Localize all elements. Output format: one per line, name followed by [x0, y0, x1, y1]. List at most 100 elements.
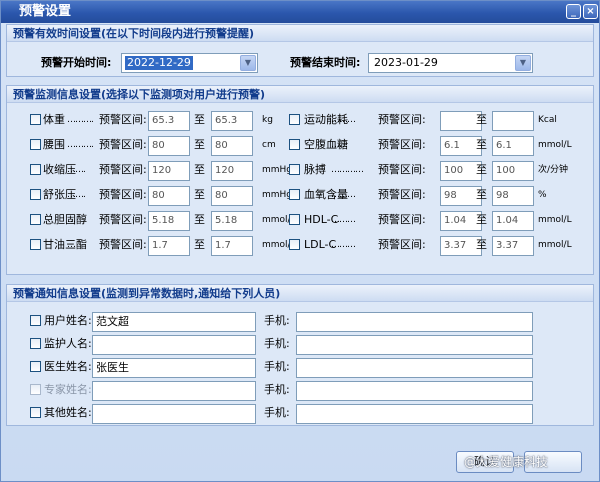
chevron-down-icon[interactable]: ▼ [240, 55, 256, 71]
item-name: 腰围 [43, 138, 65, 151]
to-label: 至 [194, 188, 205, 201]
range-from-input[interactable]: 80 [148, 136, 190, 156]
window-title: 预警设置 [19, 4, 72, 19]
to-label: 至 [476, 238, 487, 251]
item-unit: 次/分钟 [538, 165, 569, 175]
range-label: 预警区间: [99, 188, 147, 201]
to-label: 至 [194, 163, 205, 176]
item-unit: mmHg [262, 190, 293, 200]
title-bar: 预警设置 _ × [1, 1, 599, 23]
range-label: 预警区间: [99, 138, 147, 151]
item-name: 总胆固醇 [43, 213, 87, 226]
notify-label: 专家姓名: [44, 383, 92, 396]
range-label: 预警区间: [99, 238, 147, 251]
item-dots: ……… [331, 215, 356, 225]
range-to-input[interactable]: 65.3 [211, 111, 253, 131]
range-to-input[interactable]: 80 [211, 186, 253, 206]
item-unit: mmol/L [538, 240, 572, 250]
item-checkbox[interactable] [30, 214, 41, 225]
phone-input[interactable] [296, 381, 533, 401]
range-to-input[interactable]: 6.1 [492, 136, 534, 156]
item-checkbox[interactable] [30, 164, 41, 175]
range-label: 预警区间: [378, 113, 426, 126]
item-checkbox[interactable] [289, 189, 300, 200]
notify-name-input[interactable] [92, 381, 256, 401]
item-dots: … [67, 240, 76, 250]
range-label: 预警区间: [378, 188, 426, 201]
notify-name-input[interactable] [92, 404, 256, 424]
phone-label: 手机: [264, 314, 290, 327]
range-label: 预警区间: [99, 213, 147, 226]
end-time-select[interactable]: 2023-01-29 ▼ [368, 53, 533, 73]
minimize-button[interactable]: _ [566, 4, 581, 19]
phone-label: 手机: [264, 406, 290, 419]
item-dots: ……. [67, 190, 86, 200]
notify-checkbox[interactable] [30, 338, 41, 349]
range-from-input[interactable]: 65.3 [148, 111, 190, 131]
item-checkbox[interactable] [30, 239, 41, 250]
to-label: 至 [476, 163, 487, 176]
phone-input[interactable] [296, 312, 533, 332]
range-to-input[interactable]: 80 [211, 136, 253, 156]
start-time-label: 预警开始时间: [41, 56, 112, 69]
item-dots: … [67, 215, 76, 225]
notify-checkbox[interactable] [30, 315, 41, 326]
phone-input[interactable] [296, 335, 533, 355]
to-label: 至 [194, 213, 205, 226]
item-checkbox[interactable] [30, 114, 41, 125]
close-button[interactable]: × [583, 4, 598, 19]
range-to-input[interactable]: 98 [492, 186, 534, 206]
range-to-input[interactable]: 3.37 [492, 236, 534, 256]
range-label: 预警区间: [378, 163, 426, 176]
chevron-down-icon[interactable]: ▼ [515, 55, 531, 71]
item-dots: ……… [331, 115, 356, 125]
item-unit: mmol/L [538, 215, 572, 225]
notify-name-input[interactable]: 范文超 [92, 312, 256, 332]
to-label: 至 [476, 188, 487, 201]
range-label: 预警区间: [99, 163, 147, 176]
range-from-input[interactable]: 1.7 [148, 236, 190, 256]
item-checkbox[interactable] [289, 164, 300, 175]
range-from-input[interactable]: 5.18 [148, 211, 190, 231]
notify-section-title: 预警通知信息设置(监测到异常数据时,通知给下列人员) [7, 285, 593, 302]
item-unit: kg [262, 115, 273, 125]
phone-label: 手机: [264, 360, 290, 373]
item-checkbox[interactable] [289, 239, 300, 250]
monitor-section-title: 预警监测信息设置(选择以下监测项对用户进行预警) [7, 86, 593, 103]
item-checkbox[interactable] [289, 114, 300, 125]
item-name: 体重 [43, 113, 65, 126]
notify-checkbox[interactable] [30, 407, 41, 418]
range-from-input[interactable]: 80 [148, 186, 190, 206]
range-to-input[interactable]: 120 [211, 161, 253, 181]
time-section-title: 预警有效时间设置(在以下时间段内进行预警提醒) [7, 25, 593, 42]
range-to-input[interactable] [492, 111, 534, 131]
range-label: 预警区间: [378, 238, 426, 251]
start-time-value: 2022-12-29 [125, 56, 193, 70]
start-time-select[interactable]: 2022-12-29 ▼ [121, 53, 258, 73]
notify-name-input[interactable]: 张医生 [92, 358, 256, 378]
to-label: 至 [194, 238, 205, 251]
range-to-input[interactable]: 5.18 [211, 211, 253, 231]
range-from-input[interactable]: 120 [148, 161, 190, 181]
range-to-input[interactable]: 1.04 [492, 211, 534, 231]
notify-checkbox [30, 384, 41, 395]
item-dots: ……… [331, 190, 356, 200]
range-to-input[interactable]: 1.7 [211, 236, 253, 256]
item-checkbox[interactable] [30, 139, 41, 150]
to-label: 至 [194, 113, 205, 126]
notify-label: 其他姓名: [44, 406, 92, 419]
monitor-section: 预警监测信息设置(选择以下监测项对用户进行预警) 体重………. 预警区间: 65.3… [6, 85, 594, 275]
item-dots: ……… [331, 240, 356, 250]
notify-checkbox[interactable] [30, 361, 41, 372]
notify-name-input[interactable] [92, 335, 256, 355]
phone-input[interactable] [296, 404, 533, 424]
time-section: 预警有效时间设置(在以下时间段内进行预警提醒) 预警开始时间: 2022-12-… [6, 24, 594, 77]
item-checkbox[interactable] [289, 214, 300, 225]
item-checkbox[interactable] [289, 139, 300, 150]
to-label: 至 [476, 113, 487, 126]
phone-input[interactable] [296, 358, 533, 378]
item-unit: % [538, 190, 547, 200]
range-to-input[interactable]: 100 [492, 161, 534, 181]
notify-label: 医生姓名: [44, 360, 92, 373]
item-checkbox[interactable] [30, 189, 41, 200]
